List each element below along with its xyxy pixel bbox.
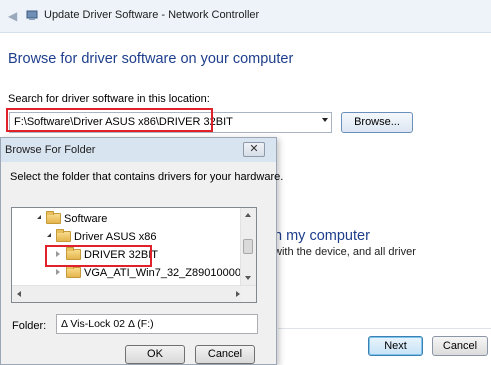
folder-field[interactable]: Δ Vis-Lock 02 Δ (F:) (56, 314, 258, 334)
pick-option-heading[interactable]: n my computer (274, 228, 370, 244)
tree-item-label: Driver ASUS x86 (74, 231, 157, 243)
horizontal-scrollbar[interactable] (12, 285, 256, 302)
ok-button[interactable]: OK (125, 345, 185, 364)
close-icon[interactable]: ✕ (243, 142, 265, 157)
chevron-down-icon[interactable] (322, 118, 328, 122)
scroll-up-icon[interactable] (245, 213, 251, 217)
folder-field-value: Δ Vis-Lock 02 Δ (F:) (61, 318, 154, 330)
tree-item-driver-asus[interactable]: Driver ASUS x86 (12, 228, 240, 246)
expand-toggle-icon[interactable] (56, 269, 60, 275)
folder-label: Folder: (12, 320, 47, 332)
tree-item-label: Software (64, 213, 108, 225)
dialog-title: Browse For Folder (5, 144, 96, 156)
dialog-cancel-button[interactable]: Cancel (195, 345, 255, 364)
path-highlight-box (6, 108, 213, 132)
back-arrow-icon[interactable]: ◀ (8, 10, 20, 22)
dialog-titlebar: Browse For Folder ✕ (1, 138, 276, 162)
cancel-button[interactable]: Cancel (432, 336, 488, 356)
device-manager-icon (26, 10, 38, 20)
scroll-down-icon[interactable] (245, 276, 251, 280)
browse-folder-dialog: Browse For Folder ✕ Select the folder th… (0, 137, 283, 365)
expand-toggle-icon[interactable] (47, 233, 51, 237)
footer-divider (278, 328, 491, 329)
search-location-label: Search for driver software in this locat… (8, 93, 210, 105)
vertical-scrollbar[interactable] (240, 208, 256, 286)
scroll-thumb[interactable] (243, 239, 253, 254)
next-button[interactable]: Next (368, 336, 423, 356)
folder-icon (46, 211, 61, 224)
scroll-left-icon[interactable] (17, 291, 21, 297)
folder-icon (66, 265, 81, 278)
folder-icon (56, 229, 71, 242)
scroll-right-icon[interactable] (236, 291, 240, 297)
browse-button[interactable]: Browse... (341, 112, 413, 133)
pick-option-description: with the device, and all driver (274, 246, 416, 258)
window-titlebar: ◀ Update Driver Software - Network Contr… (0, 0, 491, 33)
expand-toggle-icon[interactable] (37, 215, 41, 219)
selection-highlight-box (45, 245, 152, 267)
scrollbar-corner (241, 286, 256, 302)
window-title: Update Driver Software - Network Control… (44, 9, 260, 21)
tree-item-software[interactable]: Software (12, 210, 240, 228)
dialog-instruction: Select the folder that contains drivers … (10, 171, 284, 183)
page-heading: Browse for driver software on your compu… (8, 51, 294, 67)
